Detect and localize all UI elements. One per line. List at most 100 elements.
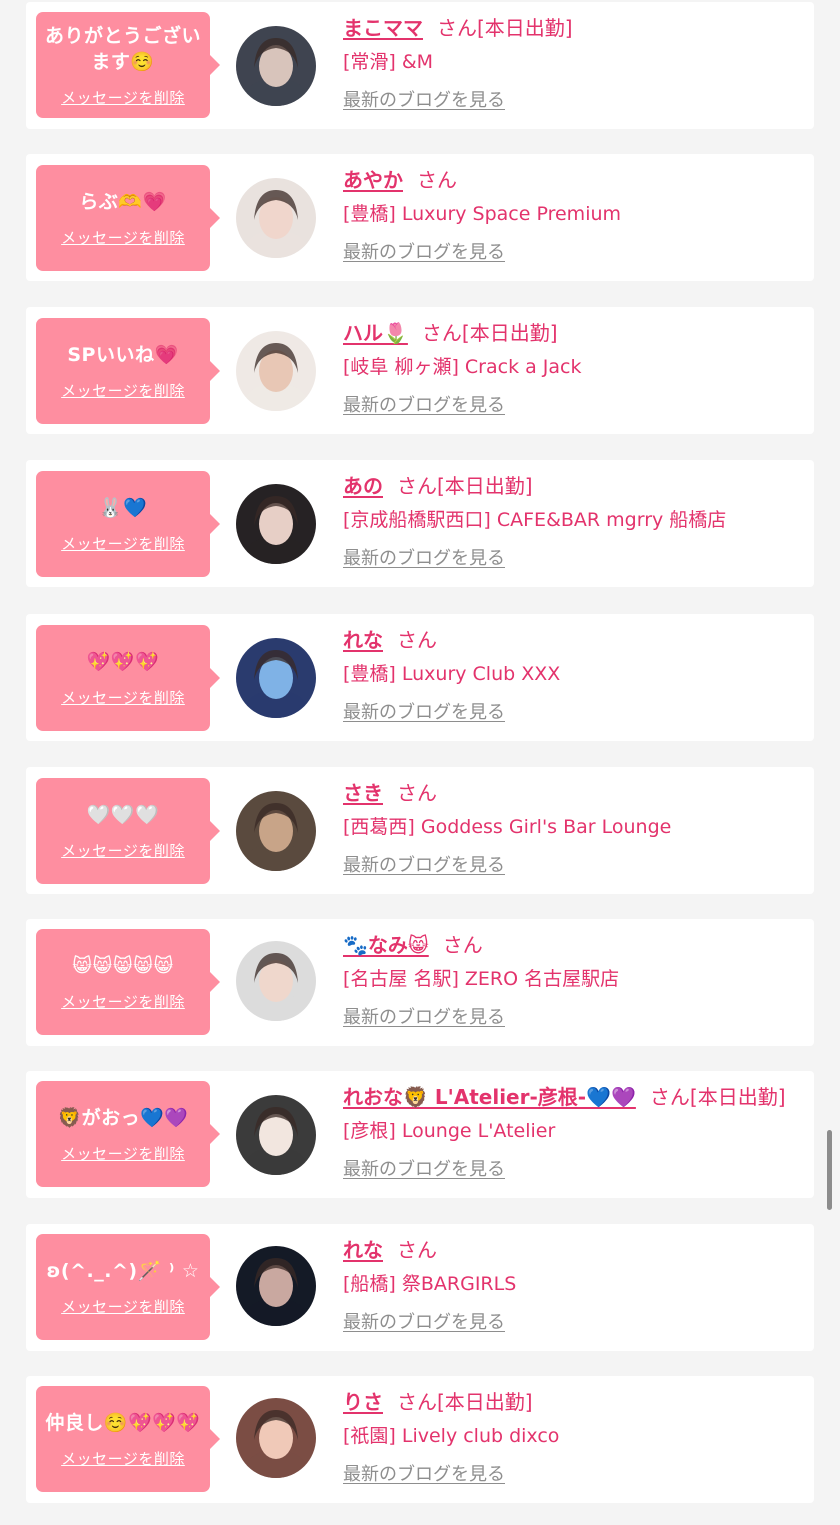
shop-name: [祇園] Lively club dixco (343, 1425, 560, 1447)
cast-info: まこママ さん[本日出勤] [常滑] &M 最新のブログを見る (343, 15, 804, 112)
message-text: ʚ(^._.^)🪄 ⁾ ☆ (46, 1259, 200, 1282)
avatar[interactable] (236, 1398, 316, 1478)
list-item: 💖💖💖 メッセージを削除 れな さん [豊橋] Luxury Club XXX 最新のブロ… (26, 614, 814, 741)
latest-blog-link[interactable]: 最新のブログを見る (343, 90, 505, 112)
list-item: SPいいね💗 メッセージを削除 ハル🌷 さん[本日出勤] [岐阜 柳ヶ瀬] Crack … (26, 307, 814, 434)
honorific: さん (397, 628, 437, 652)
cast-info: りさ さん[本日出勤] [祇園] Lively club dixco 最新のブログを見… (343, 1389, 804, 1486)
delete-message-link[interactable]: メッセージを削除 (61, 991, 185, 1012)
delete-message-link[interactable]: メッセージを削除 (61, 533, 185, 554)
avatar[interactable] (236, 1246, 316, 1326)
delete-message-link[interactable]: メッセージを削除 (61, 1296, 185, 1317)
delete-message-link[interactable]: メッセージを削除 (61, 227, 185, 248)
honorific: さん (397, 1238, 437, 1262)
status-badge: [本日出勤] (437, 474, 533, 498)
cast-info: れな さん [豊橋] Luxury Club XXX 最新のブログを見る (343, 627, 804, 724)
message-bubble: 😸😸😸😸😸 メッセージを削除 (36, 929, 220, 1035)
list-item: ʚ(^._.^)🪄 ⁾ ☆ メッセージを削除 れな さん [船橋] 祭BARGIRLS 最… (26, 1224, 814, 1351)
avatar[interactable] (236, 638, 316, 718)
honorific: さん (437, 16, 477, 40)
message-bubble: ʚ(^._.^)🪄 ⁾ ☆ メッセージを削除 (36, 1234, 220, 1340)
message-text: らぶ🫶💗 (79, 190, 167, 213)
latest-blog-link[interactable]: 最新のブログを見る (343, 548, 505, 570)
latest-blog-link[interactable]: 最新のブログを見る (343, 1007, 505, 1029)
avatar-image (236, 941, 316, 1021)
cast-name-link[interactable]: れな (343, 1238, 383, 1262)
honorific: さん (442, 933, 483, 957)
latest-blog-link[interactable]: 最新のブログを見る (343, 1312, 505, 1334)
name-line: れな さん (343, 627, 804, 653)
shop-name: [岐阜 柳ヶ瀬] Crack a Jack (343, 356, 582, 378)
delete-message-link[interactable]: メッセージを削除 (61, 1448, 185, 1469)
latest-blog-link[interactable]: 最新のブログを見る (343, 242, 505, 264)
message-bubble: 🦁がおっ💙💜 メッセージを削除 (36, 1081, 220, 1187)
avatar-image (236, 1095, 316, 1175)
honorific: さん (421, 321, 462, 345)
latest-blog-link[interactable]: 最新のブログを見る (343, 1159, 505, 1181)
delete-message-link[interactable]: メッセージを削除 (61, 1143, 185, 1164)
cast-info: れおな🦁 L'Atelier-彦根-💙💜 さん[本日出勤] [彦根] Lounge … (343, 1084, 804, 1181)
message-text: 🦁がおっ💙💜 (57, 1106, 189, 1129)
shop-name: [京成船橋駅西口] CAFE&BAR mgrry 船橋店 (343, 509, 727, 531)
avatar[interactable] (236, 941, 316, 1021)
cast-name-link[interactable]: 🐾なみ😸 (343, 933, 429, 957)
avatar[interactable] (236, 791, 316, 871)
name-line: あやか さん (343, 167, 804, 193)
avatar[interactable] (236, 331, 316, 411)
message-text: 🐰💙 (98, 496, 148, 519)
name-line: あの さん[本日出勤] (343, 473, 804, 499)
cast-info: ハル🌷 さん[本日出勤] [岐阜 柳ヶ瀬] Crack a Jack 最新のブログを見… (343, 320, 804, 417)
status-badge: [本日出勤] (461, 321, 558, 345)
message-text: 🤍🤍🤍 (86, 803, 160, 826)
cast-info: さき さん [西葛西] Goddess Girl's Bar Lounge 最新のブロ… (343, 780, 804, 877)
shop-name: [彦根] Lounge L'Atelier (343, 1120, 556, 1142)
avatar-image (236, 178, 316, 258)
avatar-image (236, 791, 316, 871)
shop-name: [名古屋 名駅] ZERO 名古屋駅店 (343, 968, 620, 990)
cast-info: 🐾なみ😸 さん [名古屋 名駅] ZERO 名古屋駅店 最新のブログを見る (343, 932, 804, 1029)
cast-info: あの さん[本日出勤] [京成船橋駅西口] CAFE&BAR mgrry 船橋店 最新… (343, 473, 804, 570)
avatar-image (236, 638, 316, 718)
shop-name: [船橋] 祭BARGIRLS (343, 1273, 517, 1295)
cast-info: あやか さん [豊橋] Luxury Space Premium 最新のブログを見る (343, 167, 804, 264)
name-line: りさ さん[本日出勤] (343, 1389, 804, 1415)
honorific: さん (397, 781, 437, 805)
cast-name-link[interactable]: りさ (343, 1390, 383, 1414)
status-badge: [本日出勤] (689, 1085, 786, 1109)
latest-blog-link[interactable]: 最新のブログを見る (343, 702, 505, 724)
cast-name-link[interactable]: まこママ (343, 16, 423, 40)
delete-message-link[interactable]: メッセージを削除 (61, 380, 185, 401)
message-text: ありがとうございます☺️ (44, 24, 201, 73)
avatar[interactable] (236, 1095, 316, 1175)
list-item: らぶ🫶💗 メッセージを削除 あやか さん [豊橋] Luxury Space Premi… (26, 154, 814, 281)
avatar-image (236, 1398, 316, 1478)
cast-name-link[interactable]: あの (343, 474, 383, 498)
avatar[interactable] (236, 26, 316, 106)
avatar[interactable] (236, 484, 316, 564)
cast-name-link[interactable]: あやか (343, 168, 403, 192)
latest-blog-link[interactable]: 最新のブログを見る (343, 855, 505, 877)
latest-blog-link[interactable]: 最新のブログを見る (343, 395, 505, 417)
name-line: れな さん (343, 1237, 804, 1263)
name-line: ハル🌷 さん[本日出勤] (343, 320, 804, 346)
cast-name-link[interactable]: さき (343, 781, 383, 805)
message-text: SPいいね💗 (67, 343, 179, 366)
delete-message-link[interactable]: メッセージを削除 (61, 840, 185, 861)
delete-message-link[interactable]: メッセージを削除 (61, 687, 185, 708)
list-item: ありがとうございます☺️ メッセージを削除 まこママ さん[本日出勤] [常滑] &M 最… (26, 2, 814, 129)
shop-name: [常滑] &M (343, 51, 434, 73)
avatar[interactable] (236, 178, 316, 258)
cast-name-link[interactable]: れな (343, 628, 383, 652)
name-line: 🐾なみ😸 さん (343, 932, 804, 958)
scrollbar[interactable] (827, 1130, 832, 1210)
cast-name-link[interactable]: れおな🦁 L'Atelier-彦根-💙💜 (343, 1085, 636, 1109)
message-bubble: 🤍🤍🤍 メッセージを削除 (36, 778, 220, 884)
message-bubble: SPいいね💗 メッセージを削除 (36, 318, 220, 424)
honorific: さん (397, 474, 437, 498)
cast-name-link[interactable]: ハル🌷 (343, 321, 408, 345)
avatar-image (236, 1246, 316, 1326)
list-item: 🤍🤍🤍 メッセージを削除 さき さん [西葛西] Goddess Girl's Bar … (26, 767, 814, 894)
latest-blog-link[interactable]: 最新のブログを見る (343, 1464, 505, 1486)
list-item: 仲良し☺️💖💖💖 メッセージを削除 りさ さん[本日出勤] [祇園] Lively cl… (26, 1376, 814, 1503)
delete-message-link[interactable]: メッセージを削除 (61, 87, 185, 108)
